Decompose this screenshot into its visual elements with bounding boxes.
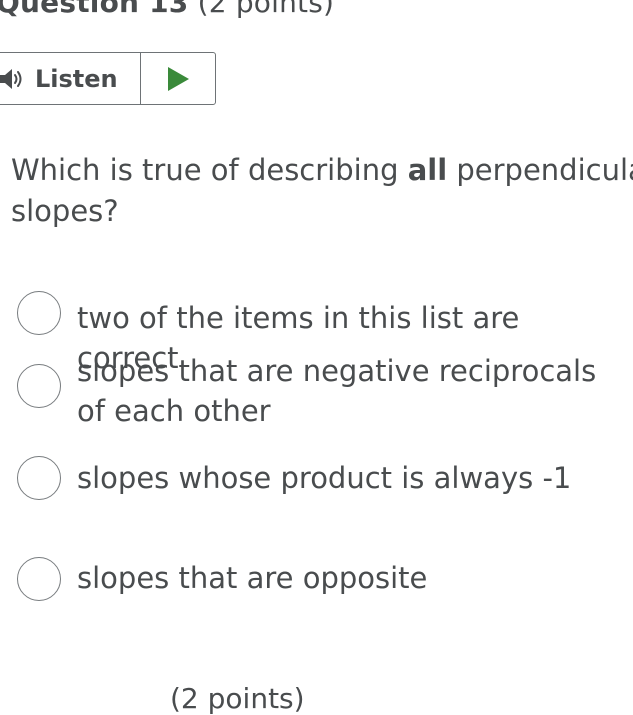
radio-button[interactable] xyxy=(17,364,61,408)
answer-option-label: slopes that are opposite xyxy=(77,561,428,595)
answer-option[interactable]: slopes that are opposite xyxy=(17,557,627,601)
play-icon xyxy=(168,66,189,91)
play-button[interactable] xyxy=(141,53,215,104)
radio-button[interactable] xyxy=(17,557,61,601)
question-number: Question 13 xyxy=(0,0,189,19)
question-header: Question 13 (2 points) xyxy=(0,0,334,19)
question-emphasis: all xyxy=(407,153,448,187)
listen-button[interactable]: Listen xyxy=(0,53,141,104)
answer-option-label: slopes that are negative reciprocals of … xyxy=(77,354,597,428)
radio-button[interactable] xyxy=(17,291,61,335)
speaker-icon xyxy=(0,67,25,91)
listen-widget: Listen xyxy=(0,52,216,105)
answer-option[interactable]: slopes whose product is always -1 xyxy=(17,456,627,500)
question-text-line2: slopes? xyxy=(11,194,119,228)
question-text-end: perpendicular xyxy=(456,153,633,187)
question-text-start: Which is true of describing xyxy=(11,153,408,187)
listen-label: Listen xyxy=(35,64,118,93)
question-points: (2 points) xyxy=(197,0,335,19)
answer-option-label: slopes whose product is always -1 xyxy=(77,461,572,495)
answer-option[interactable]: slopes that are negative reciprocals of … xyxy=(17,354,627,431)
question-prompt: Which is true of describing all perpendi… xyxy=(11,150,633,232)
radio-button[interactable] xyxy=(17,456,61,500)
